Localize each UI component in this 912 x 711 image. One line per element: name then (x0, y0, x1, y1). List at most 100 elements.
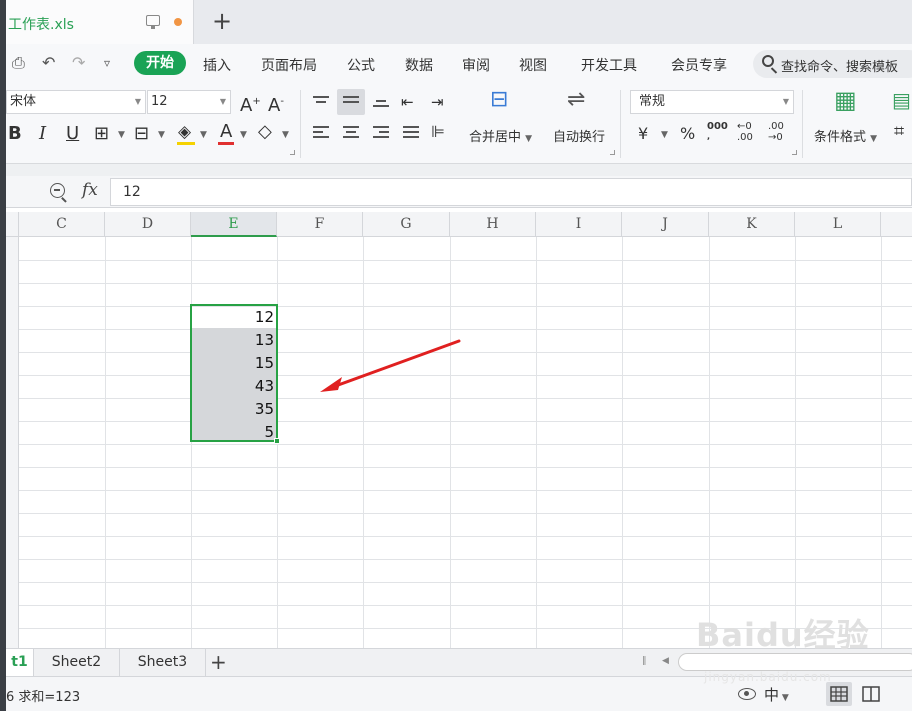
column-header-i[interactable]: I (536, 212, 622, 237)
undo-icon[interactable]: ↶ (42, 53, 55, 72)
thousands-separator-button[interactable]: 000, (707, 122, 728, 142)
wrap-text-icon[interactable]: ⇌ (567, 89, 585, 111)
row-gridline (19, 582, 912, 583)
row-header-column[interactable] (6, 237, 19, 648)
sheet-tab-sheet2[interactable]: Sheet2 (34, 649, 120, 676)
column-header-g[interactable]: G (363, 212, 450, 237)
sheet-tab-sheet1[interactable]: t1 (6, 649, 34, 676)
wrap-text-button[interactable]: 自动换行 (553, 126, 605, 145)
column-header-h[interactable]: H (450, 212, 536, 237)
sheet-tab-bar: t1 Sheet2 Sheet3 + ‖ ◀ (6, 648, 912, 676)
font-dialog-launcher[interactable] (290, 150, 295, 155)
fill-color-icon[interactable]: ◈ (178, 122, 191, 142)
number-dialog-launcher[interactable] (792, 150, 797, 155)
font-color-button[interactable]: A (220, 122, 232, 142)
tab-developer[interactable]: 开发工具 (581, 55, 637, 75)
separator (300, 90, 301, 158)
redo-icon[interactable]: ↷ (72, 53, 85, 72)
decrease-decimal-button[interactable]: .00 →0 (768, 121, 784, 143)
tab-review[interactable]: 审阅 (462, 55, 490, 75)
justify-icon[interactable] (403, 126, 419, 141)
chevron-down-icon[interactable]: ▼ (200, 130, 207, 140)
horizontal-scrollbar[interactable] (678, 653, 912, 671)
column-header-j[interactable]: J (622, 212, 709, 237)
cell-style-icon[interactable]: ⊟ (134, 124, 149, 144)
increase-indent-icon[interactable]: ⇥ (431, 92, 444, 112)
alignment-dialog-launcher[interactable] (610, 150, 615, 155)
align-center-icon[interactable] (343, 126, 359, 141)
table-style-icon[interactable]: ▤ (892, 90, 911, 110)
cell-format-icon[interactable]: ⌗ (894, 122, 904, 142)
conditional-format-button[interactable]: 条件格式 ▼ (814, 126, 877, 145)
chevron-down-icon: ▼ (134, 97, 141, 106)
conditional-format-icon[interactable]: ▦ (834, 88, 857, 112)
monitor-icon[interactable] (146, 15, 160, 29)
currency-button[interactable]: ¥ (638, 124, 648, 144)
column-header-k[interactable]: K (709, 212, 795, 237)
merge-center-button[interactable]: 合并居中 ▼ (469, 126, 532, 145)
tab-page-layout[interactable]: 页面布局 (261, 55, 317, 75)
spreadsheet-grid[interactable]: C D E F G H I J K L 12 13 15 43 35 5 (6, 212, 912, 648)
add-sheet-button[interactable]: + (210, 649, 227, 676)
align-left-icon[interactable] (313, 126, 329, 141)
column-header-e[interactable]: E (191, 212, 277, 237)
tab-start[interactable]: 开始 (134, 51, 186, 75)
chevron-down-icon[interactable]: ▼ (661, 130, 668, 140)
command-search[interactable]: 查找命令、搜索模板 (753, 50, 912, 78)
tab-insert[interactable]: 插入 (203, 55, 231, 75)
insert-function-button[interactable]: fx (82, 180, 98, 200)
cell-e-value[interactable]: 12 (192, 306, 274, 329)
merge-center-icon[interactable]: ⊟ (490, 89, 508, 111)
font-name-select[interactable]: 宋体 ▼ (6, 90, 146, 114)
fill-handle[interactable] (274, 438, 280, 444)
column-header-d[interactable]: D (105, 212, 191, 237)
cell-e-value[interactable]: 13 (192, 329, 274, 352)
italic-button[interactable]: I (39, 124, 46, 144)
customize-toolbar-icon[interactable]: ▿ (104, 56, 110, 70)
align-middle-icon[interactable] (343, 96, 359, 106)
tab-member[interactable]: 会员专享 (671, 55, 727, 75)
file-tab[interactable]: 工作表.xls (6, 0, 194, 44)
eye-icon[interactable] (738, 688, 756, 700)
column-header-f[interactable]: F (277, 212, 363, 237)
bold-button[interactable]: B (8, 124, 22, 144)
page-view-button[interactable] (858, 682, 884, 706)
chevron-down-icon[interactable]: ▼ (240, 130, 247, 140)
eraser-icon[interactable]: ◇ (258, 122, 272, 142)
distributed-icon[interactable]: ⊫ (431, 122, 445, 142)
normal-view-button[interactable] (826, 682, 852, 706)
file-tab-title: 工作表.xls (8, 17, 74, 33)
chevron-down-icon[interactable]: ▼ (282, 130, 289, 140)
font-size-select[interactable]: 12 ▼ (147, 90, 231, 114)
column-gridline (881, 237, 882, 648)
cell-e-value[interactable]: 43 (192, 375, 274, 398)
column-header-c[interactable]: C (19, 212, 105, 237)
grow-font-button[interactable]: A+ (240, 92, 261, 116)
sheet-tab-sheet3[interactable]: Sheet3 (120, 649, 206, 676)
underline-button[interactable]: U (66, 124, 79, 144)
print-preview-icon[interactable]: ⎙ (12, 53, 25, 73)
shrink-font-button[interactable]: A- (268, 92, 284, 116)
borders-button[interactable]: ⊞ (94, 124, 109, 144)
increase-decimal-button[interactable]: ←0 .00 (737, 121, 753, 143)
cell-e-value[interactable]: 15 (192, 352, 274, 375)
align-top-icon[interactable] (313, 96, 329, 106)
new-tab-button[interactable]: + (212, 8, 232, 34)
zoom-out-icon[interactable] (50, 183, 65, 198)
input-method-indicator[interactable]: 中 ▼ (764, 684, 789, 705)
tab-view[interactable]: 视图 (519, 55, 547, 75)
align-right-icon[interactable] (373, 126, 389, 141)
formula-input[interactable]: 12 (110, 178, 912, 206)
align-bottom-icon[interactable] (373, 100, 389, 110)
chevron-down-icon[interactable]: ▼ (118, 130, 125, 140)
percent-button[interactable]: % (680, 124, 695, 144)
number-format-select[interactable]: 常规 ▼ (630, 90, 794, 114)
cell-e-value[interactable]: 5 (192, 421, 274, 444)
tab-data[interactable]: 数据 (405, 55, 433, 75)
column-header-l[interactable]: L (795, 212, 881, 237)
tab-formulas[interactable]: 公式 (347, 55, 375, 75)
cell-e-value[interactable]: 35 (192, 398, 274, 421)
scroll-left-icon[interactable]: ◀ (662, 656, 669, 666)
chevron-down-icon[interactable]: ▼ (158, 130, 165, 140)
decrease-indent-icon[interactable]: ⇤ (401, 92, 414, 112)
